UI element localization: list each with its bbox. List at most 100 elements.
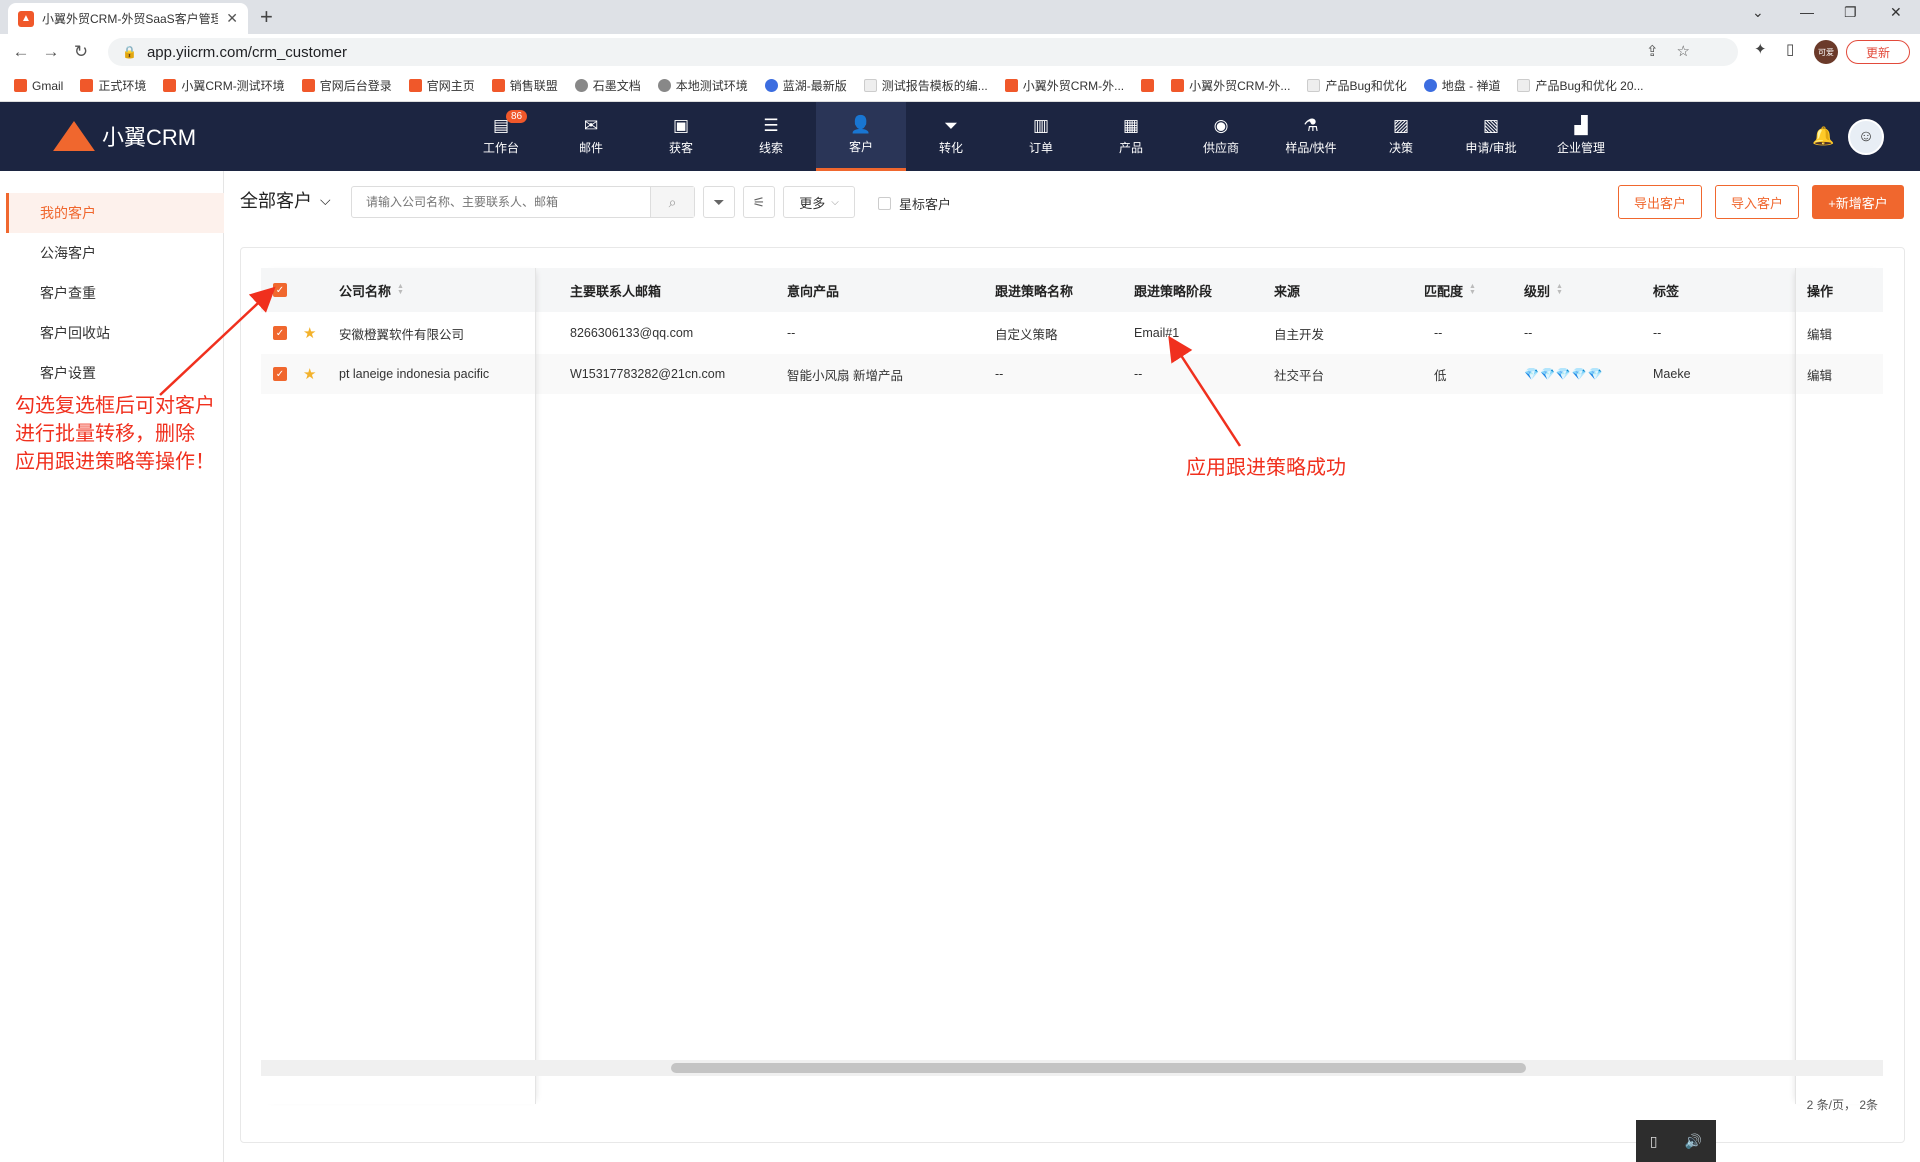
app-logo[interactable]: 小翼CRM: [52, 120, 196, 152]
bookmark-item[interactable]: 小翼外贸CRM-外...: [1171, 77, 1290, 94]
forward-icon[interactable]: →: [36, 42, 66, 62]
nav-item-3[interactable]: ☰ 线索: [726, 102, 816, 171]
nav-label: 申请/审批: [1465, 141, 1517, 155]
col-level[interactable]: 级别 ▲ ▼: [1524, 268, 1563, 312]
browser-tab[interactable]: ▲ 小翼外贸CRM-外贸SaaS客户管理 ✕: [8, 3, 248, 34]
bookmark-item[interactable]: 测试报告模板的编...: [863, 77, 988, 94]
customer-filter-dropdown[interactable]: 全部客户 ⌵: [240, 187, 331, 213]
export-customer-button[interactable]: 导出客户: [1618, 185, 1702, 219]
bookmark-item[interactable]: [1141, 79, 1155, 92]
import-customer-button[interactable]: 导入客户: [1715, 185, 1799, 219]
bookmark-label: 石墨文档: [592, 79, 641, 93]
bookmark-label: 官网后台登录: [319, 79, 392, 93]
bookmark-item[interactable]: 正式环境: [80, 77, 146, 94]
nav-item-4[interactable]: 👤 客户: [816, 102, 906, 171]
col-product: 意向产品: [787, 283, 840, 299]
logo-text: 小翼CRM: [102, 125, 197, 150]
mail-icon: ✉: [583, 116, 599, 135]
profile-avatar[interactable]: 可爱: [1814, 40, 1838, 64]
gmail-icon: [14, 79, 27, 92]
nav-item-8[interactable]: ◉ 供应商: [1176, 102, 1266, 171]
bookmark-item[interactable]: 蓝湖-最新版: [764, 77, 847, 94]
bookmark-item[interactable]: 产品Bug和优化: [1307, 77, 1407, 94]
sidebar-item-2[interactable]: 客户查重: [6, 273, 224, 313]
nav-item-1[interactable]: ✉ 邮件: [546, 102, 636, 171]
sidebar-item-1[interactable]: 公海客户: [6, 233, 224, 273]
nav-item-10[interactable]: ▨ 决策: [1356, 102, 1446, 171]
bookmark-item[interactable]: 官网后台登录: [301, 77, 392, 94]
restore-icon[interactable]: ❐: [1844, 4, 1857, 21]
bookmark-item[interactable]: 石墨文档: [574, 77, 641, 94]
nav-item-12[interactable]: ▟ 企业管理: [1536, 102, 1626, 171]
url-bar[interactable]: 🔒 app.yiicrm.com/crm_customer: [108, 38, 1738, 66]
bookmark-label: 销售联盟: [509, 79, 558, 93]
browser-tabbar: ▲ 小翼外贸CRM-外贸SaaS客户管理 ✕ + ⌄ — ❐ ✕: [0, 0, 1920, 34]
bookmark-item[interactable]: 本地测试环境: [657, 77, 748, 94]
nav-item-11[interactable]: ▧ 申请/审批: [1446, 102, 1536, 171]
bookmark-item[interactable]: 官网主页: [408, 77, 475, 94]
window-close-icon[interactable]: ✕: [1890, 4, 1902, 21]
chevron-down-icon: ⌵: [831, 196, 839, 208]
sidebar: 我的客户 公海客户 客户查重 客户回收站 客户设置: [0, 171, 224, 1162]
mouse-icon[interactable]: ▯: [1650, 1133, 1658, 1150]
sort-icon[interactable]: ▲ ▼: [1556, 283, 1563, 296]
bookmark-item[interactable]: Gmail: [14, 79, 63, 93]
nav-item-6[interactable]: ▥ 订单: [996, 102, 1086, 171]
reload-icon[interactable]: ↻: [66, 42, 96, 62]
filter-icon[interactable]: ⏷: [703, 186, 735, 218]
search-icon[interactable]: ⌕: [650, 187, 694, 217]
bookmark-label: 正式环境: [98, 79, 147, 93]
user-avatar[interactable]: ☺: [1848, 119, 1884, 155]
tab-close-icon[interactable]: ✕: [226, 10, 238, 27]
col-match[interactable]: 匹配度 ▲ ▼: [1424, 268, 1476, 312]
sidebar-item-4[interactable]: 客户设置: [6, 353, 224, 393]
nav-item-0[interactable]: ▤ 工作台 86: [456, 102, 546, 171]
bookmark-label: 地盘 - 禅道: [1441, 79, 1501, 93]
new-tab-icon[interactable]: +: [260, 4, 273, 30]
order-icon: ▥: [1032, 116, 1050, 135]
nav-item-2[interactable]: ▣ 获客: [636, 102, 726, 171]
share-icon[interactable]: ⇪: [1646, 42, 1659, 60]
bookmark-item[interactable]: 小翼CRM-测试环境: [163, 77, 285, 94]
search-input[interactable]: [352, 187, 650, 217]
add-customer-button[interactable]: +新增客户: [1812, 185, 1904, 219]
nav-item-5[interactable]: ⏷ 转化: [906, 102, 996, 171]
horizontal-scrollbar[interactable]: [261, 1060, 1883, 1076]
sample-icon: ⚗: [1303, 116, 1319, 135]
sidebar-item-0[interactable]: 我的客户: [6, 193, 224, 233]
bookmark-item[interactable]: 小翼外贸CRM-外...: [1004, 77, 1124, 94]
customer-table-card: ✓ 公司名称 ▲ ▼ 主要联系人邮箱 意向产品 跟进策略名称 跟进策略阶段 来源 匹…: [240, 247, 1905, 1143]
lock-icon: 🔒: [122, 45, 137, 59]
tab-search-icon[interactable]: ⌄: [1752, 4, 1764, 21]
nav-label: 获客: [668, 141, 693, 155]
product-icon: ▦: [1122, 116, 1140, 135]
nav-label: 供应商: [1202, 141, 1239, 155]
sidebar-item-3[interactable]: 客户回收站: [6, 313, 224, 353]
nav-label: 订单: [1028, 141, 1053, 155]
back-icon[interactable]: ←: [6, 42, 36, 62]
bookmark-item[interactable]: 地盘 - 禅道: [1423, 77, 1501, 94]
col-source: 来源: [1274, 283, 1301, 299]
nav-label: 工作台: [482, 141, 519, 155]
nav-item-7[interactable]: ▦ 产品: [1086, 102, 1176, 171]
bookmark-label: 产品Bug和优化 20...: [1535, 79, 1644, 93]
more-dropdown[interactable]: 更多 ⌵: [783, 186, 855, 218]
more-label: 更多: [799, 195, 826, 211]
sort-icon[interactable]: ▲ ▼: [1469, 283, 1476, 296]
star-filter-checkbox[interactable]: [878, 197, 891, 210]
sidepanel-icon[interactable]: ▯: [1786, 40, 1794, 58]
bell-icon[interactable]: 🔔: [1812, 126, 1834, 147]
volume-icon[interactable]: 🔊: [1685, 1133, 1702, 1150]
star-customer-filter[interactable]: 星标客户: [878, 194, 951, 213]
bookmark-item[interactable]: 销售联盟: [491, 77, 558, 94]
bookmark-star-icon[interactable]: ☆: [1677, 42, 1690, 60]
browser-update-button[interactable]: 更新: [1846, 40, 1910, 64]
bookmark-item[interactable]: 产品Bug和优化 20...: [1517, 77, 1644, 94]
scrollbar-thumb[interactable]: [671, 1063, 1526, 1073]
nav-label: 产品: [1118, 141, 1143, 155]
column-settings-icon[interactable]: ⚟: [743, 186, 775, 218]
bookmark-label: 小翼CRM-测试环境: [181, 79, 285, 93]
extensions-icon[interactable]: ✦: [1754, 40, 1767, 58]
minimize-icon[interactable]: —: [1800, 4, 1814, 20]
nav-item-9[interactable]: ⚗ 样品/快件: [1266, 102, 1356, 171]
